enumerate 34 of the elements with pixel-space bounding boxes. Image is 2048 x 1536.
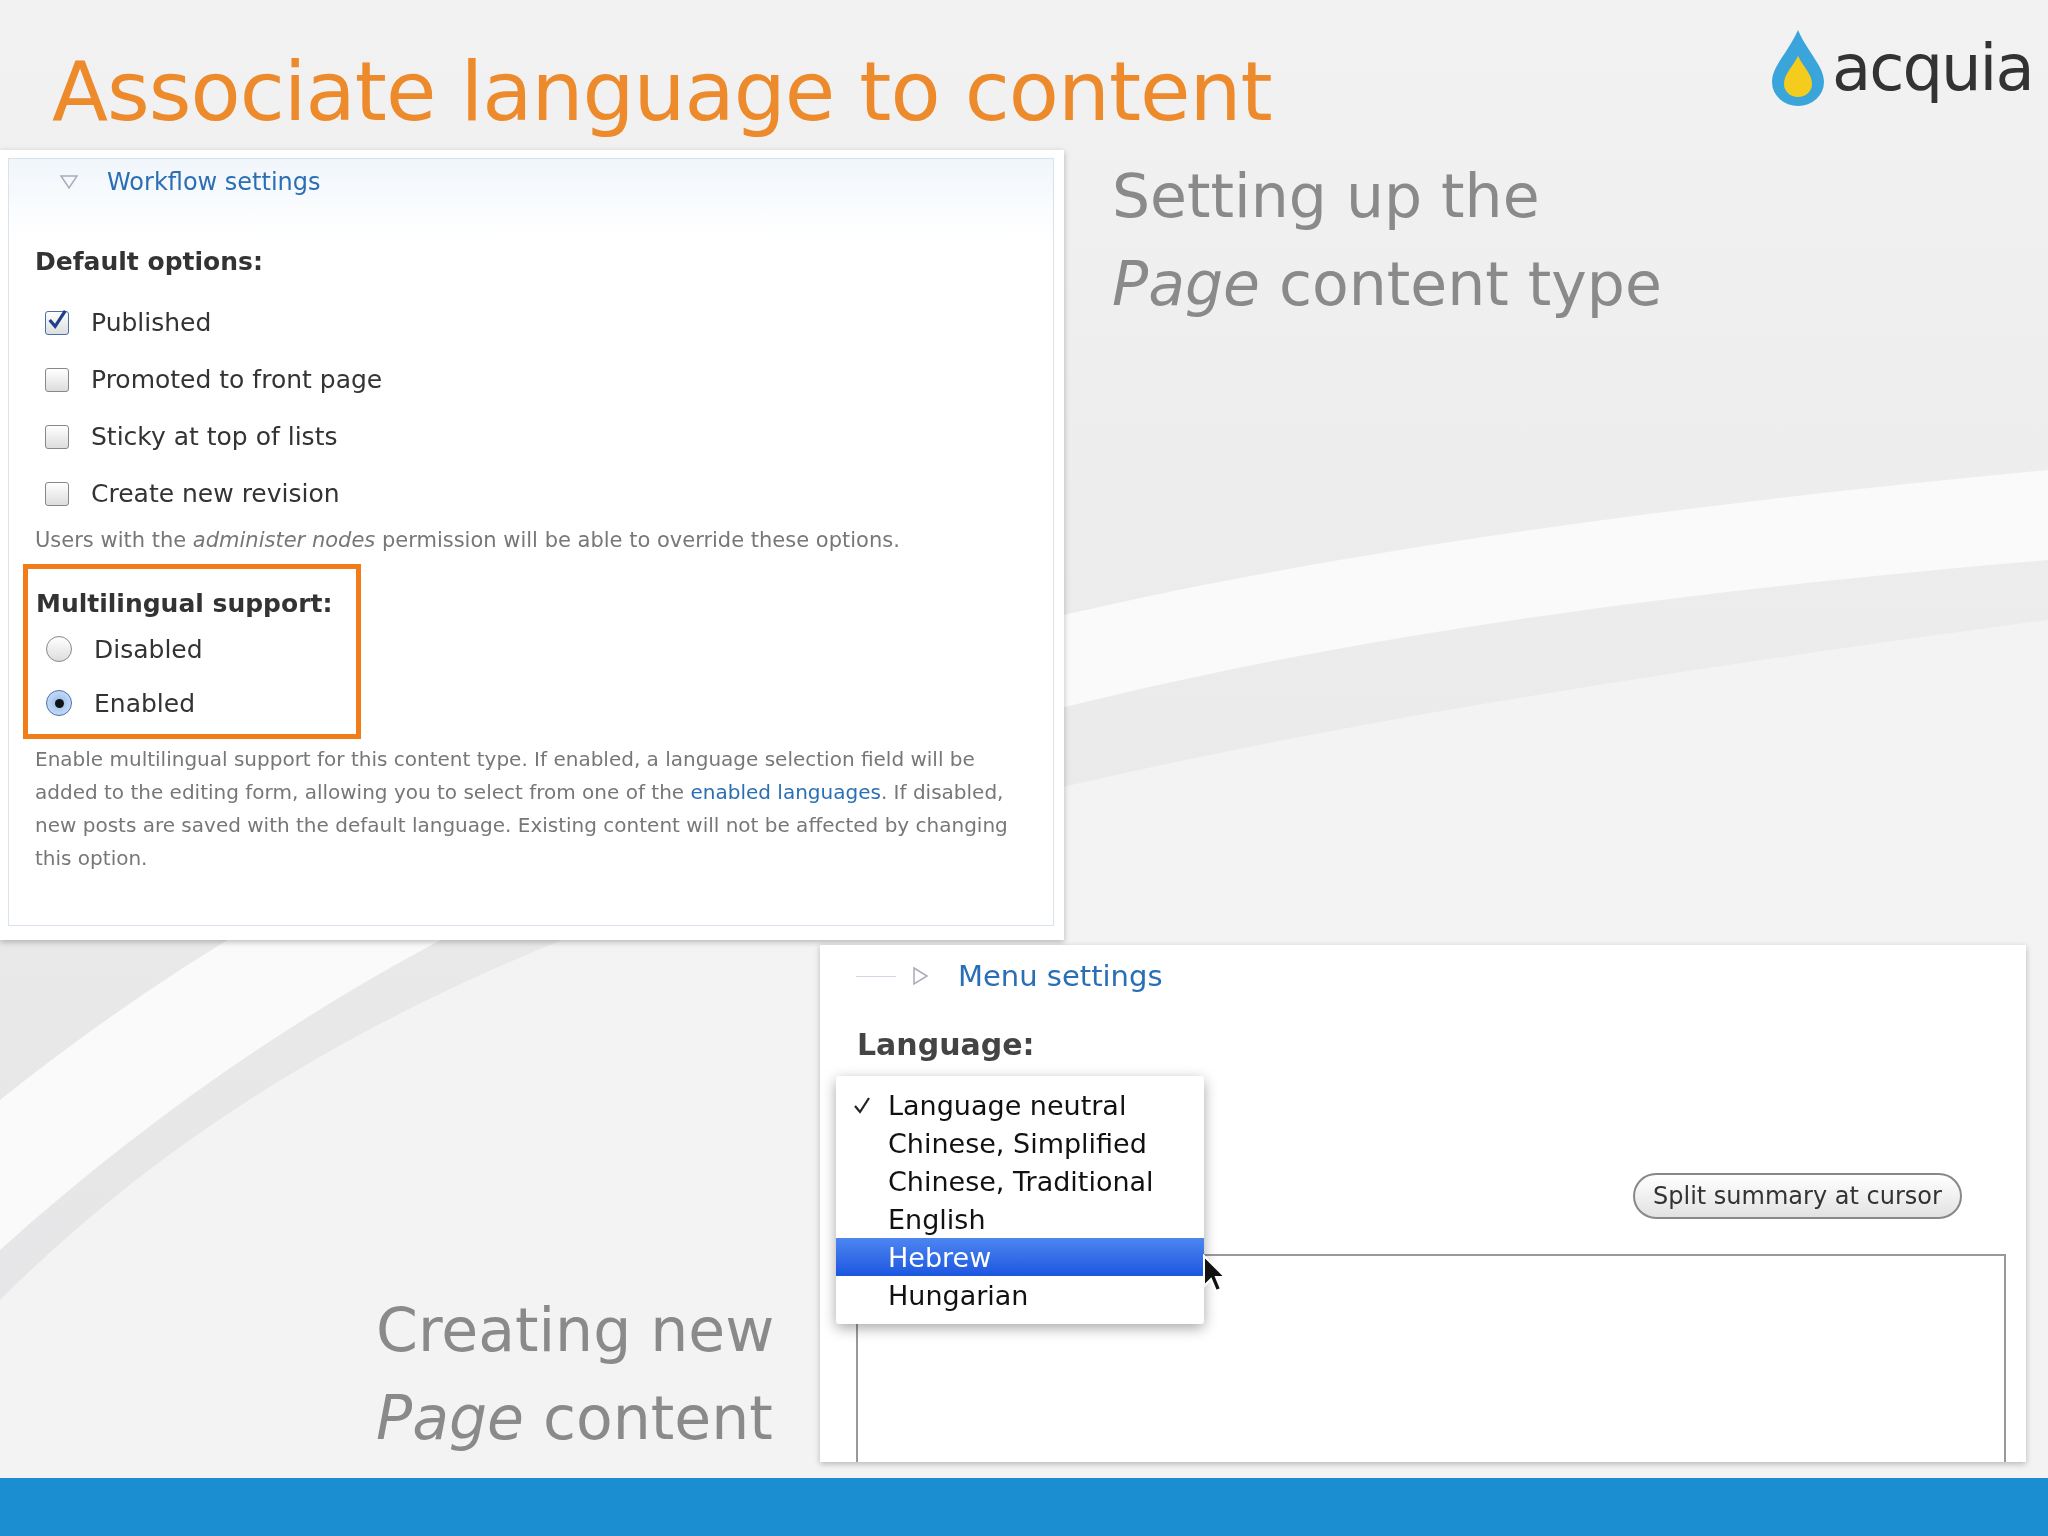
radio-button[interactable] [46,690,72,716]
logo-text: acquia [1832,31,2033,105]
checkmark-icon [853,1096,871,1114]
checkbox[interactable] [45,481,69,506]
fieldset-legend[interactable]: Workflow settings [107,168,321,196]
checkbox[interactable] [45,367,69,392]
menu-item[interactable]: Chinese, Simplified [836,1124,1204,1162]
caption-text: Setting up the [1112,160,1541,233]
menu-item[interactable]: Chinese, Traditional [836,1162,1204,1200]
caption-text: Page content [376,1382,774,1455]
slide-title: Associate language to content [52,44,1272,139]
checkbox-label: Create new revision [91,479,340,508]
split-summary-button[interactable]: Split summary at cursor [1633,1173,1962,1219]
checkbox-label: Promoted to front page [91,365,383,394]
form-label: Multilingual support: [36,589,334,618]
radio-label: Enabled [94,688,196,718]
radio-button[interactable] [46,636,72,662]
form-label: Default options: [35,247,264,276]
caption-text: Creating new [376,1294,775,1367]
text-link[interactable]: enabled languages [690,780,881,804]
menu-item[interactable]: Hungarian [836,1276,1204,1314]
checkbox-label: Sticky at top of lists [91,422,338,451]
fieldset-legend[interactable]: Menu settings [958,959,1163,993]
checkbox[interactable] [45,424,69,449]
checkbox-label: Published [91,308,212,337]
caption-text: Page content type [1112,248,1662,321]
menu-item[interactable]: English [836,1200,1204,1238]
radio-label: Disabled [94,634,203,664]
menu-item[interactable]: Language neutral [836,1086,1204,1124]
description-text: Enable multilingual support for this content type. If enabled, a language selection field will be added to the editing form, allowing you to select from one of the enabled languages. If disabled, new posts are saved with the default language. Existing content will not be affected by changing this option. [35,746,1009,872]
checkbox[interactable] [45,310,69,335]
form-label: Language: [857,1027,1036,1062]
help-text: Users with the administer nodes permission will be able to override these options. [35,528,901,552]
menu-item[interactable]: Hebrew [836,1238,1204,1276]
